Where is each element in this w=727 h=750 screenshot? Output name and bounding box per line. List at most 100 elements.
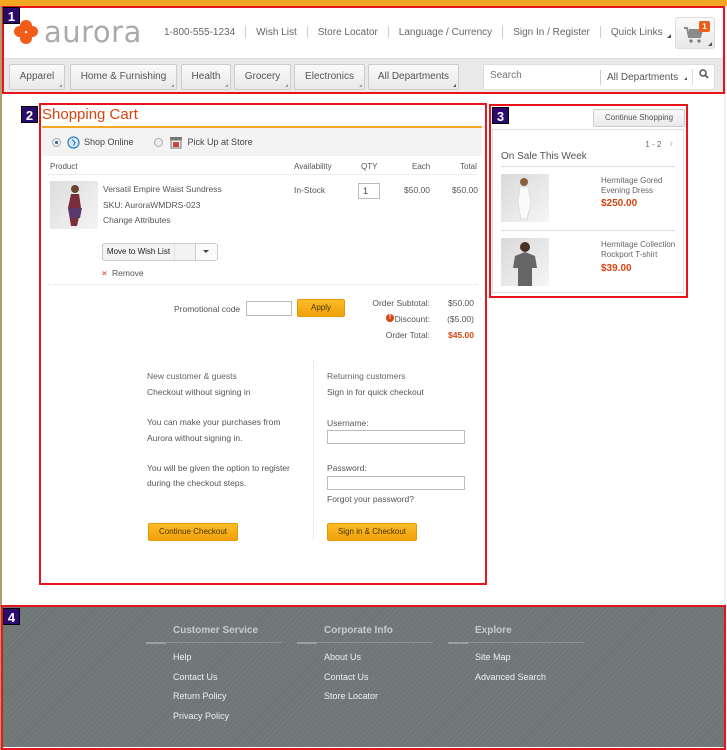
product-name-line: Evening Dress bbox=[601, 186, 654, 195]
returning-heading: Returning customers bbox=[327, 371, 406, 381]
product-name[interactable]: Hermitage Collection Rockport T-shirt bbox=[601, 240, 681, 260]
logo[interactable]: aurora bbox=[14, 15, 142, 49]
nav-label: Apparel bbox=[19, 71, 55, 82]
nav-label: Electronics bbox=[305, 71, 354, 82]
product-name[interactable]: Hermitage Gored Evening Dress bbox=[601, 176, 681, 196]
username-label: Username: bbox=[327, 418, 369, 428]
forgot-password-link[interactable]: Forgot your password? bbox=[327, 494, 414, 504]
apply-promo-button[interactable]: Apply bbox=[297, 299, 345, 317]
annotation-badge: 4 bbox=[3, 608, 20, 625]
search-icon bbox=[698, 69, 709, 79]
sign-in-register-link[interactable]: Sign In / Register bbox=[513, 27, 590, 38]
footer-link-return-policy[interactable]: Return Policy bbox=[173, 691, 282, 711]
footer-column-explore: Explore Site Map Advanced Search bbox=[448, 625, 584, 691]
nav-all-departments[interactable]: All Departments bbox=[368, 64, 459, 90]
divider bbox=[501, 166, 675, 167]
pagination-label: 1 - 2 bbox=[645, 140, 662, 149]
footer-heading: Corporate Info bbox=[324, 625, 393, 636]
col-product: Product bbox=[50, 162, 78, 171]
password-input[interactable] bbox=[327, 476, 465, 490]
search-input[interactable] bbox=[490, 70, 590, 81]
annotation-badge: 2 bbox=[21, 106, 38, 123]
product-name-line: Rockport T-shirt bbox=[601, 250, 658, 259]
shop-online-radio[interactable] bbox=[52, 137, 61, 147]
nav-electronics[interactable]: Electronics bbox=[294, 64, 365, 90]
separator bbox=[387, 26, 389, 38]
language-currency-link[interactable]: Language / Currency bbox=[399, 27, 492, 38]
search-button[interactable] bbox=[692, 69, 714, 85]
site-header: aurora 1-800-555-1234 Wish List Store Lo… bbox=[4, 8, 723, 92]
guest-text: Aurora without signing in. bbox=[147, 433, 243, 443]
store-icon bbox=[169, 136, 182, 148]
dropdown-corner-icon bbox=[666, 33, 671, 38]
footer-link-contact-us[interactable]: Contact Us bbox=[173, 672, 282, 692]
dropdown-corner-icon bbox=[225, 84, 228, 87]
footer-heading: Customer Service bbox=[173, 625, 259, 636]
logo-text: aurora bbox=[44, 15, 142, 49]
product-price: $39.00 bbox=[601, 263, 632, 274]
dropdown-corner-icon bbox=[684, 77, 688, 80]
wish-list-link[interactable]: Wish List bbox=[256, 27, 297, 38]
footer-link-site-map[interactable]: Site Map bbox=[475, 652, 584, 672]
search-department-select[interactable]: All Departments bbox=[600, 70, 688, 85]
nav-health[interactable]: Health bbox=[181, 64, 231, 90]
nav-grocery[interactable]: Grocery bbox=[234, 64, 291, 90]
sign-in-checkout-button[interactable]: Sign in & Checkout bbox=[327, 523, 417, 541]
footer-link-about-us[interactable]: About Us bbox=[324, 652, 433, 672]
pickup-at-store-radio[interactable] bbox=[153, 137, 163, 147]
remove-link[interactable]: Remove bbox=[112, 268, 144, 278]
product-image[interactable] bbox=[501, 174, 549, 222]
left-edge bbox=[0, 6, 2, 750]
col-each: Each bbox=[412, 162, 431, 171]
separator bbox=[599, 26, 601, 38]
shipping-mode-bar: Shop Online Pick Up at Store bbox=[42, 128, 482, 156]
guest-text: You can make your purchases from bbox=[147, 417, 281, 427]
store-locator-link[interactable]: Store Locator bbox=[318, 27, 378, 38]
product-image[interactable] bbox=[501, 238, 549, 286]
username-input[interactable] bbox=[327, 430, 465, 444]
footer-link-contact-us[interactable]: Contact Us bbox=[324, 672, 433, 692]
quantity-input[interactable]: 1 bbox=[358, 183, 380, 199]
mini-cart-button[interactable]: 1 bbox=[675, 17, 715, 49]
shop-online-label: Shop Online bbox=[84, 137, 134, 147]
availability-value: In-Stock bbox=[294, 185, 326, 195]
pickup-at-store-label: Pick Up at Store bbox=[187, 137, 253, 147]
subtotal-label: Order Subtotal: bbox=[372, 298, 430, 308]
wishlist-dropdown-button[interactable] bbox=[195, 244, 217, 260]
annotation-badge: 3 bbox=[492, 107, 509, 124]
footer-link-privacy-policy[interactable]: Privacy Policy bbox=[173, 711, 282, 731]
checkout-divider bbox=[313, 360, 314, 540]
product-price: $250.00 bbox=[601, 198, 638, 209]
continue-checkout-button[interactable]: Continue Checkout bbox=[148, 523, 238, 541]
product-sku: SKU: AuroraWMDRS-023 bbox=[103, 200, 201, 210]
divider bbox=[48, 284, 478, 285]
col-qty: QTY bbox=[361, 162, 378, 171]
footer-link-store-locator[interactable]: Store Locator bbox=[324, 691, 433, 711]
promo-code-input[interactable] bbox=[246, 301, 292, 316]
separator bbox=[306, 26, 308, 38]
footer-link-advanced-search[interactable]: Advanced Search bbox=[475, 672, 584, 692]
nav-apparel[interactable]: Apparel bbox=[9, 64, 65, 90]
nav-home-furnishing[interactable]: Home & Furnishing bbox=[70, 64, 177, 90]
product-name-link[interactable]: Versatil Empire Waist Sundress bbox=[103, 184, 222, 194]
product-name-line: Hermitage Collection bbox=[601, 240, 676, 249]
product-image[interactable] bbox=[50, 181, 98, 229]
quick-links-menu[interactable]: Quick Links bbox=[611, 27, 671, 38]
continue-shopping-button[interactable]: Continue Shopping bbox=[593, 109, 685, 127]
product-name-line: Hermitage Gored bbox=[601, 176, 663, 185]
change-attributes-link[interactable]: Change Attributes bbox=[103, 215, 171, 225]
dropdown-corner-icon bbox=[59, 84, 62, 87]
next-page-chevron-icon[interactable]: › bbox=[669, 138, 673, 150]
right-edge bbox=[724, 6, 726, 750]
returning-subheading: Sign in for quick checkout bbox=[327, 387, 424, 397]
move-to-wishlist-button[interactable]: Move to Wish List bbox=[103, 244, 175, 260]
nav-label: Health bbox=[191, 71, 221, 82]
utility-links: 1-800-555-1234 Wish List Store Locator L… bbox=[164, 26, 671, 38]
top-accent-bar bbox=[0, 0, 727, 6]
footer-heading: Explore bbox=[475, 625, 512, 636]
divider bbox=[297, 642, 433, 644]
guest-text: You will be given the option to register bbox=[147, 463, 290, 473]
footer-link-help[interactable]: Help bbox=[173, 652, 282, 672]
phone-number: 1-800-555-1234 bbox=[164, 26, 236, 38]
remove-x-icon: × bbox=[102, 268, 107, 278]
